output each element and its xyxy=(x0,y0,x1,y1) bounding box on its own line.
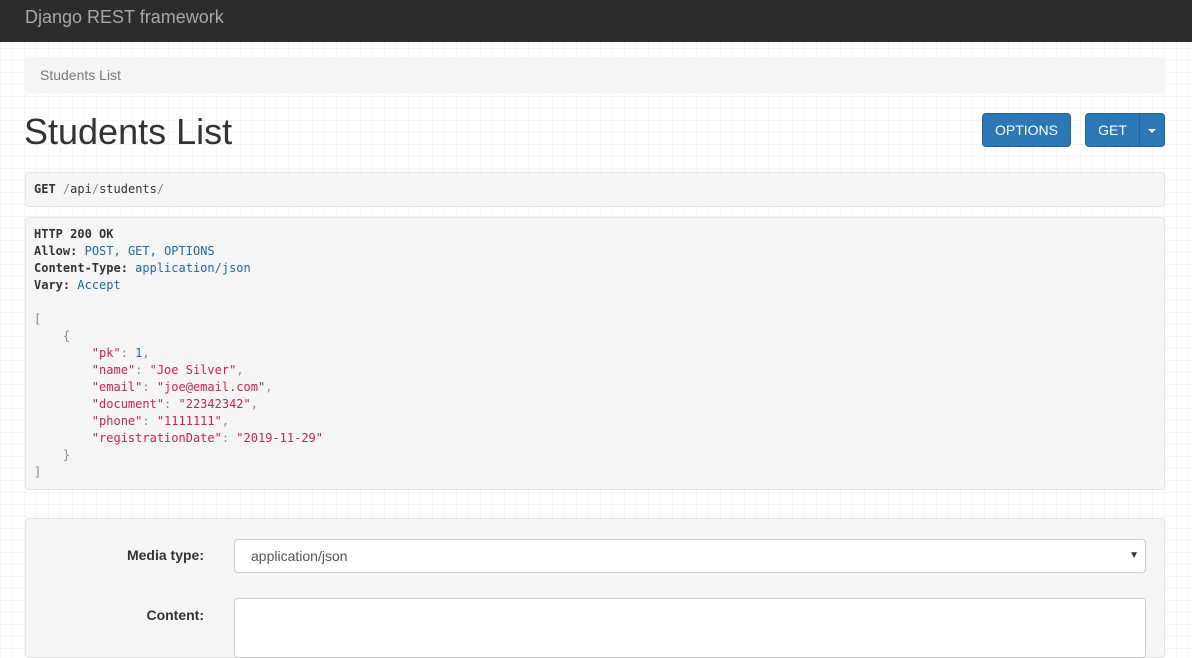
request-path-segment-api[interactable]: api xyxy=(70,182,92,196)
media-type-select[interactable]: application/json ▼ xyxy=(234,539,1146,573)
json-key: "registrationDate" xyxy=(91,431,222,445)
media-type-label: Media type: xyxy=(126,547,204,563)
json-brace: } xyxy=(62,448,71,462)
breadcrumb: Students List xyxy=(25,57,1165,93)
header-value: POST, GET, OPTIONS xyxy=(84,244,215,258)
json-value: "1111111" xyxy=(156,414,222,428)
content-label: Content: xyxy=(146,607,204,623)
request-path-slash: / xyxy=(91,182,100,196)
brand-link[interactable]: Django REST framework xyxy=(25,7,224,27)
json-key: "pk" xyxy=(91,346,121,360)
response-info: HTTP 200 OK Allow: POST, GET, OPTIONS Co… xyxy=(25,217,1165,490)
json-bracket: [ xyxy=(34,312,42,326)
media-type-selected-value: application/json xyxy=(251,548,348,564)
json-brace: { xyxy=(62,329,71,343)
header-value: application/json xyxy=(135,261,251,275)
header-name: Allow: xyxy=(34,244,78,258)
header-name: Content-Type: xyxy=(34,261,128,275)
request-method: GET xyxy=(34,182,56,196)
caret-down-icon xyxy=(1148,129,1156,133)
breadcrumb-item-students-list[interactable]: Students List xyxy=(40,67,121,83)
json-value: "joe@email.com" xyxy=(156,380,266,394)
header-name: Vary: xyxy=(34,278,71,292)
json-value: "2019-11-29" xyxy=(236,431,323,445)
json-key: "phone" xyxy=(91,414,143,428)
response-status: HTTP 200 OK xyxy=(34,227,114,241)
request-info: GET /api/students/ xyxy=(25,172,1165,207)
json-key: "name" xyxy=(91,363,136,377)
request-path-slash: / xyxy=(156,182,165,196)
raw-data-form: Media type: application/json ▼ Content: xyxy=(25,518,1165,658)
header-value: Accept xyxy=(77,278,121,292)
navbar: Django REST framework xyxy=(0,0,1192,42)
request-path-segment-students[interactable]: students xyxy=(99,182,157,196)
content-textarea[interactable] xyxy=(234,598,1146,658)
options-button[interactable]: OPTIONS xyxy=(982,113,1071,147)
json-value: "22342342" xyxy=(178,397,251,411)
get-button[interactable]: GET xyxy=(1085,113,1140,147)
json-key: "document" xyxy=(91,397,165,411)
page-title: Students List xyxy=(24,111,233,152)
select-arrow-icon: ▼ xyxy=(1129,550,1139,561)
json-value: "Joe Silver" xyxy=(149,363,237,377)
json-key: "email" xyxy=(91,380,143,394)
get-format-dropdown-toggle[interactable] xyxy=(1139,113,1165,147)
json-bracket: ] xyxy=(34,465,42,479)
